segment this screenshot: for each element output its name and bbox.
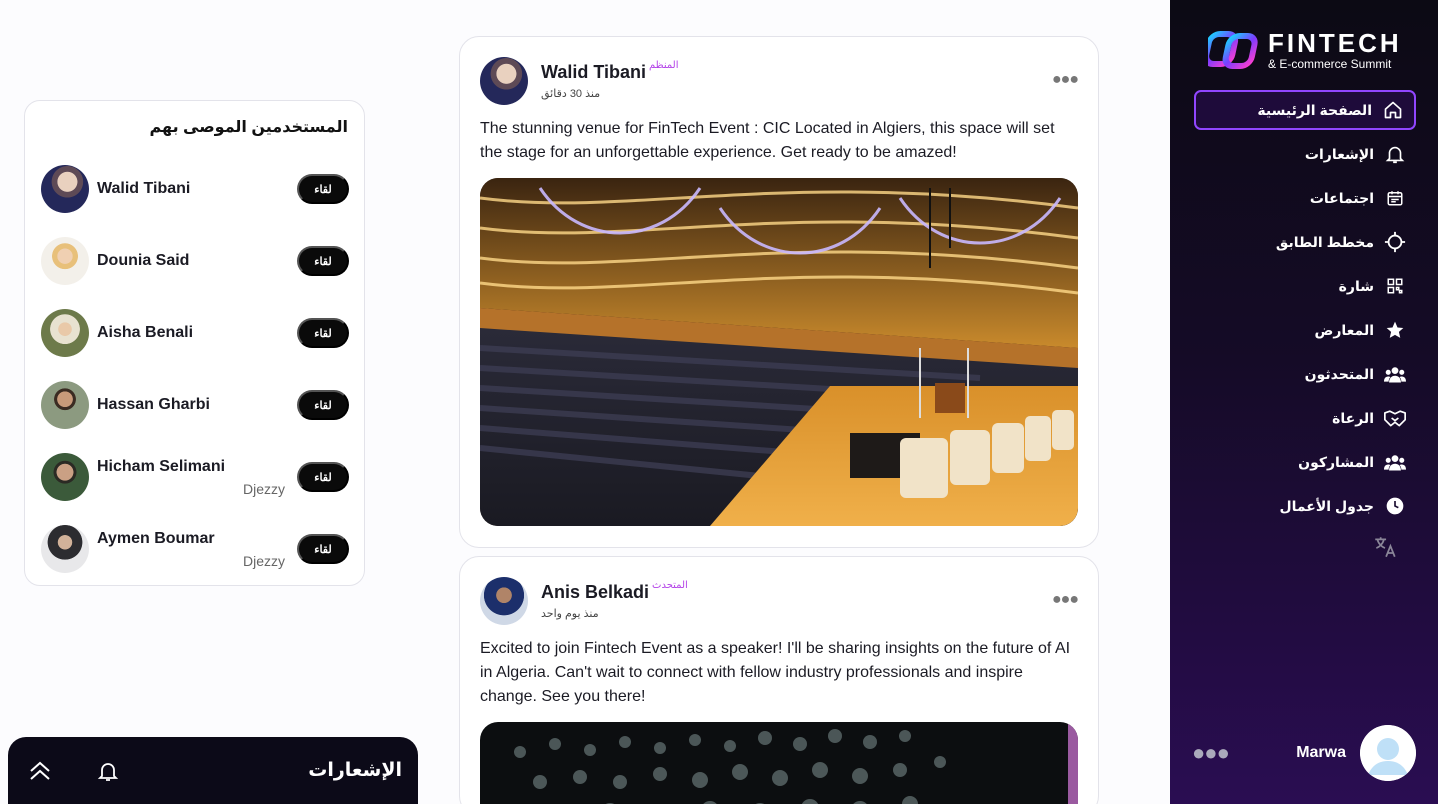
post-author[interactable]: Walid Tibani (541, 62, 646, 83)
avatar[interactable] (41, 309, 89, 357)
more-options-icon[interactable]: ●●● (1052, 591, 1079, 609)
sidebar-item-home[interactable]: الصفحة الرئيسية (1194, 90, 1416, 130)
star-icon (1384, 319, 1406, 341)
list-item[interactable]: Hicham Selimani Djezzy لقاء (41, 453, 349, 501)
post-header: Walid Tibani المنظم منذ 30 دقائق (480, 57, 679, 105)
meet-button[interactable]: لقاء (297, 534, 349, 564)
sidebar-item-sponsors[interactable]: الرعاة (1194, 398, 1416, 438)
translate-icon[interactable] (1372, 534, 1398, 565)
user-name: Dounia Said (97, 252, 190, 269)
handshake-icon (1384, 407, 1406, 429)
avatar[interactable] (480, 577, 528, 625)
avatar[interactable] (41, 165, 89, 213)
sidebar-item-exhibitors[interactable]: المعارض (1194, 310, 1416, 350)
list-item[interactable]: Dounia Said لقاء (41, 237, 349, 285)
bell-icon[interactable] (96, 758, 120, 784)
avatar[interactable] (480, 57, 528, 105)
sidebar-item-label: مخطط الطابق (1275, 233, 1374, 250)
user-name: Aymen Boumar (97, 530, 215, 547)
microphone-image (480, 722, 1078, 804)
avatar[interactable] (41, 381, 89, 429)
sidebar-item-label: شارة (1338, 277, 1374, 294)
recommended-users-title: المستخدمين الموصى بهم (149, 119, 348, 136)
bell-icon (1384, 143, 1406, 165)
sidebar-item-speakers[interactable]: المتحدثون (1194, 354, 1416, 394)
clock-icon (1384, 495, 1406, 517)
sidebar-item-label: الإشعارات (1304, 145, 1374, 162)
home-icon (1382, 99, 1404, 121)
more-options-icon[interactable]: ●●● (1192, 740, 1230, 766)
user-company: Djezzy (242, 481, 285, 497)
avatar[interactable] (41, 453, 89, 501)
meet-button[interactable]: لقاء (297, 318, 349, 348)
logo-mark-icon (1208, 31, 1258, 69)
user-name: Marwa (1296, 744, 1346, 761)
sidebar-item-label: المعارض (1314, 321, 1375, 338)
calendar-icon (1384, 187, 1406, 209)
sidebar-item-floor-plan[interactable]: مخطط الطابق (1194, 222, 1416, 262)
post-text: Excited to join Fintech Event as a speak… (480, 640, 1071, 705)
avatar[interactable] (41, 525, 89, 573)
post-card: Walid Tibani المنظم منذ 30 دقائق ●●● The… (459, 36, 1099, 548)
user-name: Walid Tibani (97, 180, 191, 197)
notifications-title: الإشعارات (308, 760, 402, 781)
auditorium-image (480, 178, 1078, 526)
recommended-users-card: المستخدمين الموصى بهم Walid Tibani لقاء … (24, 100, 365, 586)
notifications-panel[interactable]: الإشعارات (8, 737, 418, 804)
user-name: Hicham Selimani (97, 458, 226, 475)
more-options-icon[interactable]: ●●● (1052, 71, 1079, 89)
users-icon (1384, 451, 1406, 473)
post-header: Anis Belkadi المتحدث منذ يوم واحد (480, 577, 688, 625)
user-placeholder-icon (1360, 725, 1416, 781)
sidebar-item-label: المتحدثون (1304, 365, 1374, 382)
post-timestamp: منذ يوم واحد (541, 608, 599, 620)
post-card: Anis Belkadi المتحدث منذ يوم واحد ●●● Ex… (459, 556, 1099, 804)
meet-button[interactable]: لقاء (297, 390, 349, 420)
post-author-role: المتحدث (652, 580, 688, 591)
user-company: Djezzy (242, 553, 285, 569)
user-name: Aisha Benali (97, 324, 194, 341)
logo[interactable]: FINTECH & E-commerce Summit (1208, 28, 1402, 72)
sidebar-item-label: الصفحة الرئيسية (1257, 101, 1372, 118)
sidebar-item-agenda[interactable]: جدول الأعمال (1194, 486, 1416, 526)
sidebar-item-participants[interactable]: المشاركون (1194, 442, 1416, 482)
user-name: Hassan Gharbi (97, 396, 210, 413)
meet-button[interactable]: لقاء (297, 174, 349, 204)
list-item[interactable]: Hassan Gharbi لقاء (41, 381, 349, 429)
crosshair-icon (1384, 231, 1406, 253)
post-author[interactable]: Anis Belkadi (541, 582, 649, 603)
sidebar-item-label: الرعاة (1332, 409, 1374, 426)
list-item[interactable]: Walid Tibani لقاء (41, 165, 349, 213)
meet-button[interactable]: لقاء (297, 462, 349, 492)
sidebar-item-label: اجتماعات (1309, 189, 1374, 206)
collapse-up-icon[interactable] (28, 759, 52, 783)
qr-code-icon (1384, 275, 1406, 297)
logo-subtitle: & E-commerce Summit (1268, 57, 1392, 71)
post-image[interactable] (480, 722, 1078, 804)
avatar[interactable] (1360, 725, 1416, 781)
users-icon (1384, 363, 1406, 385)
sidebar: FINTECH & E-commerce Summit الصفحة الرئي… (1170, 0, 1438, 804)
list-item[interactable]: Aymen Boumar Djezzy لقاء (41, 525, 349, 573)
user-profile[interactable]: ●●● Marwa (1192, 725, 1416, 781)
sidebar-item-label: المشاركون (1298, 453, 1374, 470)
sidebar-item-label: جدول الأعمال (1279, 497, 1375, 514)
sidebar-nav: الصفحة الرئيسية الإشعارات اجتماعات مخطط … (1194, 90, 1416, 530)
logo-title: FINTECH (1268, 28, 1402, 58)
post-author-role: المنظم (649, 60, 679, 71)
post-text: The stunning venue for FinTech Event : C… (480, 120, 1055, 161)
sidebar-item-notifications[interactable]: الإشعارات (1194, 134, 1416, 174)
post-image[interactable] (480, 178, 1078, 526)
post-timestamp: منذ 30 دقائق (541, 88, 601, 100)
meet-button[interactable]: لقاء (297, 246, 349, 276)
sidebar-item-badge[interactable]: شارة (1194, 266, 1416, 306)
sidebar-item-meetings[interactable]: اجتماعات (1194, 178, 1416, 218)
list-item[interactable]: Aisha Benali لقاء (41, 309, 349, 357)
avatar[interactable] (41, 237, 89, 285)
